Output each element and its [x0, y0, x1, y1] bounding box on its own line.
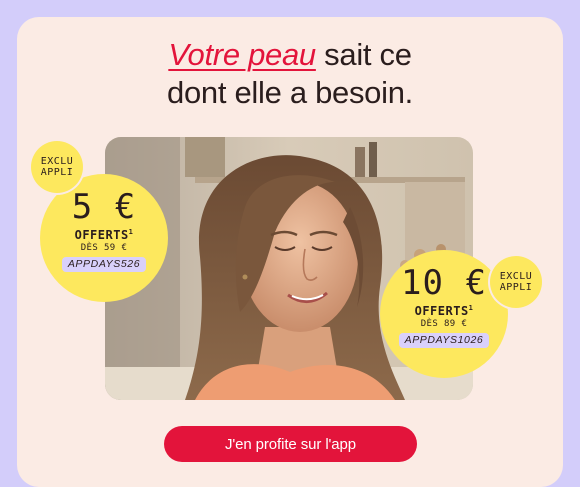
offer-right-tag-line-1: EXCLU — [499, 271, 533, 282]
offer-left-exclu-tag: EXCLU APPLI — [31, 141, 83, 193]
offer-left-minimum: DÈS 59 € — [80, 243, 128, 253]
headline: Votre peau sait ce dont elle a besoin. — [0, 36, 580, 112]
offer-right-badge: 10 € OFFERTS1 DÈS 89 € APPDAYS1026 — [380, 250, 508, 378]
offer-left-code[interactable]: APPDAYS526 — [61, 257, 147, 272]
headline-line-1: Votre peau sait ce — [0, 36, 580, 74]
offer-left-tag-line-2: APPLI — [40, 167, 74, 178]
headline-line-1-rest: sait ce — [315, 37, 412, 72]
offer-right-amount: 10 € — [401, 263, 487, 303]
offer-left-label: OFFERTS1 — [40, 225, 168, 242]
offer-left-footnote: 1 — [128, 228, 134, 236]
headline-line-2: dont elle a besoin. — [167, 75, 413, 110]
offer-left-label-text: OFFERTS — [74, 228, 129, 242]
offer-right-minimum: DÈS 89 € — [420, 319, 468, 329]
offer-right-exclu-tag: EXCLU APPLI — [490, 256, 542, 308]
offer-left-amount: 5 € — [71, 187, 137, 227]
offer-right-footnote: 1 — [468, 304, 474, 312]
offer-left-tag-line-1: EXCLU — [40, 156, 74, 167]
offer-left-badge: 5 € OFFERTS1 DÈS 59 € APPDAYS526 — [40, 174, 168, 302]
headline-accent: Votre peau — [168, 37, 316, 72]
offer-right-tag-line-2: APPLI — [499, 282, 533, 293]
offer-right-code[interactable]: APPDAYS1026 — [398, 333, 490, 348]
offer-right-label-text: OFFERTS — [414, 304, 469, 318]
app-cta-button[interactable]: J'en profite sur l'app — [164, 426, 417, 462]
offer-right-label: OFFERTS1 — [380, 301, 508, 318]
